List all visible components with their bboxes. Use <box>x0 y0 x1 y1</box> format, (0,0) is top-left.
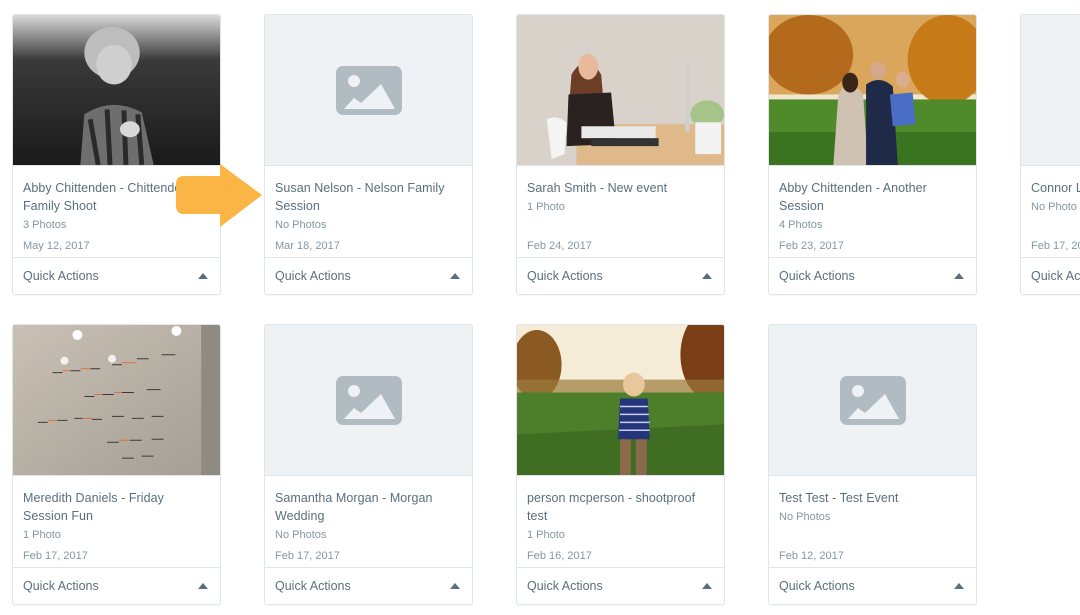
event-date: Feb 17, 2017 <box>23 550 88 562</box>
event-title[interactable]: Samantha Morgan - Morgan Wedding <box>275 489 462 525</box>
photo-count: No Photos <box>779 511 831 523</box>
quick-actions-button[interactable]: Quick Actions <box>265 257 472 294</box>
caret-up-icon <box>702 583 712 589</box>
placeholder-image-icon <box>335 65 402 115</box>
family-autumn-photo <box>769 15 976 165</box>
boy-in-field-photo <box>517 325 724 475</box>
caret-up-icon <box>954 583 964 589</box>
event-card[interactable]: Sarah Smith - New event 1 Photo Feb 24, … <box>516 14 725 295</box>
event-card[interactable]: Abby Chittenden - Another Session 4 Phot… <box>768 14 977 295</box>
quick-actions-button[interactable]: Quick Actions <box>13 567 220 604</box>
event-title[interactable]: Susan Nelson - Nelson Family Session <box>275 179 462 215</box>
event-title[interactable]: Meredith Daniels - Friday Session Fun <box>23 489 210 525</box>
event-thumbnail[interactable] <box>13 15 220 166</box>
event-thumbnail[interactable] <box>769 325 976 476</box>
event-card[interactable]: Susan Nelson - Nelson Family Session No … <box>264 14 473 295</box>
caret-up-icon <box>450 273 460 279</box>
photo-count: No Photo <box>1031 201 1077 213</box>
quick-actions-label: Quick Actions <box>779 269 855 283</box>
photo-count: 1 Photo <box>527 529 565 541</box>
event-title[interactable]: Test Test - Test Event <box>779 489 966 507</box>
quick-actions-button[interactable]: Quick Actions <box>1021 257 1080 294</box>
photo-count: No Photos <box>275 529 327 541</box>
placeholder-image-icon <box>335 375 402 425</box>
quick-actions-label: Quick Actions <box>527 269 603 283</box>
event-thumbnail[interactable] <box>769 15 976 166</box>
bw-child-photo <box>13 15 220 165</box>
event-title[interactable]: person mcperson - shootproof test <box>527 489 714 525</box>
quick-actions-button[interactable]: Quick Actions <box>517 257 724 294</box>
event-info: Connor L No Photo Feb 17, 20 <box>1021 167 1080 258</box>
caret-up-icon <box>198 583 208 589</box>
quick-actions-button[interactable]: Quick Actions <box>265 567 472 604</box>
event-date: Feb 16, 2017 <box>527 550 592 562</box>
caret-up-icon <box>702 273 712 279</box>
event-card[interactable]: Meredith Daniels - Friday Session Fun 1 … <box>12 324 221 605</box>
quick-actions-label: Quick Actions <box>23 269 99 283</box>
event-date: Feb 17, 20 <box>1031 240 1080 252</box>
event-card[interactable]: Abby Chittenden - Chittenden Family Shoo… <box>12 14 221 295</box>
event-thumbnail[interactable] <box>1021 15 1080 166</box>
photo-count: No Photos <box>275 219 327 231</box>
event-card[interactable]: Test Test - Test Event No Photos Feb 12,… <box>768 324 977 605</box>
quick-actions-label: Quick Actions <box>275 579 351 593</box>
event-info: Sarah Smith - New event 1 Photo Feb 24, … <box>517 167 724 258</box>
placeholder-image-icon <box>839 375 906 425</box>
photo-count: 1 Photo <box>23 529 61 541</box>
caret-up-icon <box>198 273 208 279</box>
event-title[interactable]: Connor L <box>1031 179 1080 197</box>
quick-actions-button[interactable]: Quick Actions <box>769 257 976 294</box>
photo-count: 1 Photo <box>527 201 565 213</box>
event-thumbnail[interactable] <box>265 325 472 476</box>
quick-actions-button[interactable]: Quick Actions <box>13 257 220 294</box>
quick-actions-button[interactable]: Quick Actions <box>517 567 724 604</box>
event-date: Mar 18, 2017 <box>275 240 340 252</box>
arrow-right-icon <box>176 164 262 227</box>
event-date: May 12, 2017 <box>23 240 90 252</box>
event-thumbnail[interactable] <box>517 15 724 166</box>
event-thumbnail[interactable] <box>265 15 472 166</box>
event-card[interactable]: Samantha Morgan - Morgan Wedding No Phot… <box>264 324 473 605</box>
caret-up-icon <box>954 273 964 279</box>
quick-actions-label: Quick Actions <box>527 579 603 593</box>
event-date: Feb 24, 2017 <box>527 240 592 252</box>
event-date: Feb 23, 2017 <box>779 240 844 252</box>
caret-up-icon <box>450 583 460 589</box>
event-info: person mcperson - shootproof test 1 Phot… <box>517 477 724 568</box>
quick-actions-button[interactable]: Quick Actions <box>769 567 976 604</box>
event-info: Susan Nelson - Nelson Family Session No … <box>265 167 472 258</box>
event-date: Feb 17, 2017 <box>275 550 340 562</box>
quick-actions-label: Quick Actions <box>275 269 351 283</box>
event-card[interactable]: Connor L No Photo Feb 17, 20 Quick Actio… <box>1020 14 1080 295</box>
event-info: Meredith Daniels - Friday Session Fun 1 … <box>13 477 220 568</box>
quick-actions-label: Quick Actions <box>23 579 99 593</box>
event-info: Samantha Morgan - Morgan Wedding No Phot… <box>265 477 472 568</box>
event-info: Abby Chittenden - Another Session 4 Phot… <box>769 167 976 258</box>
quick-actions-label: Quick Actions <box>1031 269 1080 283</box>
event-date: Feb 12, 2017 <box>779 550 844 562</box>
quick-actions-label: Quick Actions <box>779 579 855 593</box>
event-title[interactable]: Abby Chittenden - Another Session <box>779 179 966 215</box>
whiteboard-wall-photo <box>13 325 220 475</box>
event-thumbnail[interactable] <box>517 325 724 476</box>
event-info: Test Test - Test Event No Photos Feb 12,… <box>769 477 976 568</box>
event-card[interactable]: person mcperson - shootproof test 1 Phot… <box>516 324 725 605</box>
event-title[interactable]: Sarah Smith - New event <box>527 179 714 197</box>
photo-count: 4 Photos <box>779 219 823 231</box>
event-thumbnail[interactable] <box>13 325 220 476</box>
woman-at-desk-photo <box>517 15 724 165</box>
